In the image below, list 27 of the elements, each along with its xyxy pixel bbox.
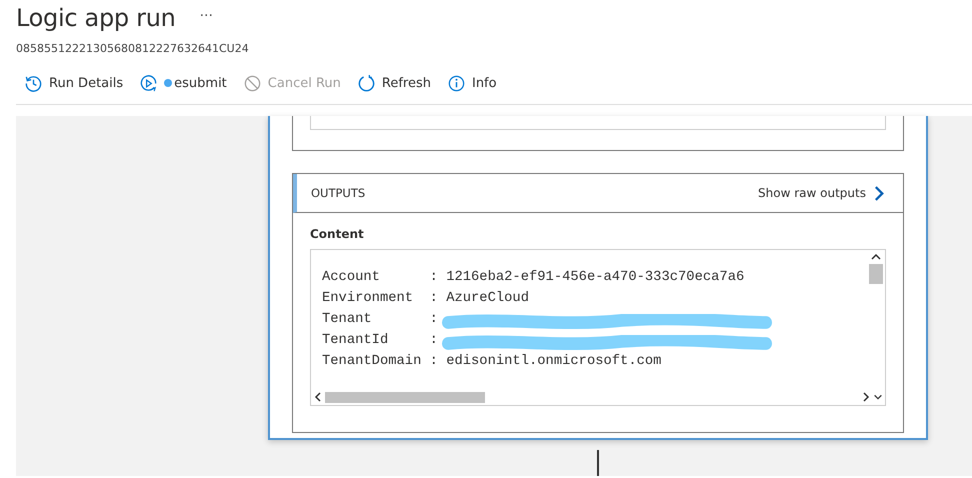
- content-label: Content: [310, 227, 365, 241]
- toolbar-button[interactable]: esubmit: [131, 70, 235, 96]
- outputs-title: OUTPUTS: [311, 186, 366, 200]
- cancel-icon: [242, 74, 262, 92]
- horizontal-scrollbar[interactable]: [313, 391, 883, 403]
- refresh-icon: [356, 74, 376, 92]
- scroll-up-icon[interactable]: [870, 252, 882, 262]
- page-title: Logic app run: [16, 4, 176, 32]
- code-line: TenantDomain : edisonintl.onmicrosoft.com: [322, 354, 662, 369]
- chevron-right-icon[interactable]: [874, 184, 885, 202]
- toolbar-button[interactable]: Run Details: [16, 70, 132, 96]
- toolbar-button[interactable]: Refresh: [348, 70, 439, 96]
- run-id: 08585512221305680812227632641CU24: [15, 42, 250, 55]
- connector-line: [597, 450, 599, 476]
- show-raw-outputs-link[interactable]: Show raw outputs: [758, 186, 866, 200]
- code-line: Account : 1216eba2-ef91-456e-a470-333c70eca7a6: [322, 270, 744, 285]
- play-circle-icon: [139, 74, 158, 92]
- scroll-right-icon[interactable]: [861, 391, 871, 403]
- code-line: TenantId :: [322, 333, 438, 348]
- code-line: Environment : AzureCloud: [322, 291, 529, 306]
- code-line: Tenant :: [322, 312, 438, 327]
- scroll-left-icon[interactable]: [313, 391, 323, 403]
- info-icon: [446, 74, 466, 92]
- history-icon: [24, 74, 43, 92]
- more-button[interactable]: ···: [200, 8, 213, 24]
- vertical-scrollbar[interactable]: [869, 252, 883, 284]
- toolbar-button[interactable]: Info: [438, 70, 505, 96]
